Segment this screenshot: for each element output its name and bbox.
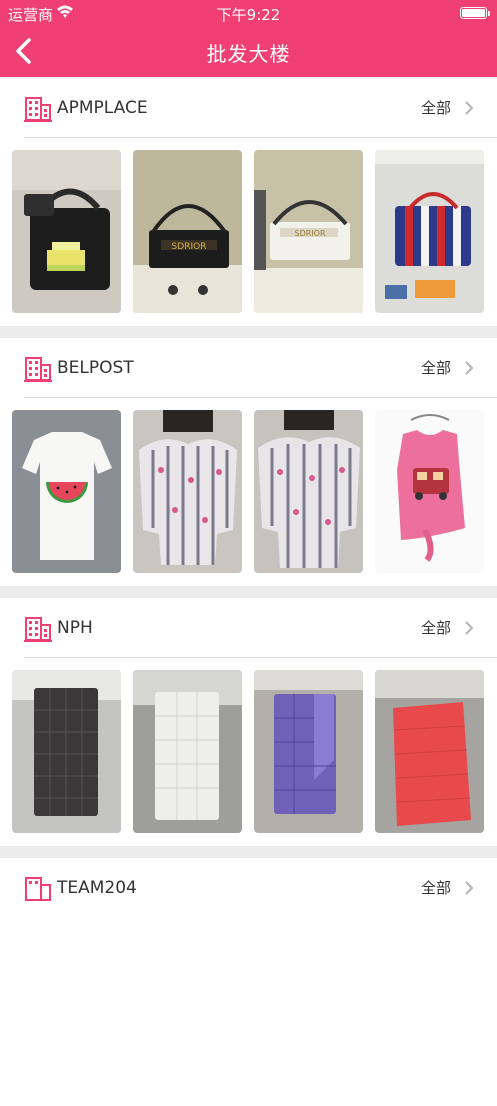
section-title: NPH	[57, 618, 93, 638]
pink-print-tank-photo	[375, 410, 484, 573]
ruffle-top-photo	[133, 410, 242, 573]
view-all-link[interactable]: 全部	[421, 357, 451, 378]
watermelon-tshirt-photo	[12, 410, 121, 573]
building-section-nph: NPH 全部	[0, 598, 497, 846]
product-thumbnail[interactable]	[133, 410, 242, 573]
building-icon	[24, 97, 52, 122]
purple-croc-wallet-photo	[254, 670, 363, 833]
black-pixel-heart-bag-photo	[12, 150, 121, 313]
building-section-team204: TEAM204 全部	[0, 858, 497, 1106]
divider	[24, 137, 497, 138]
view-all-link[interactable]: 全部	[421, 97, 451, 118]
striped-tote-bag-photo	[375, 150, 484, 313]
ruffle-top-photo	[254, 410, 363, 573]
svg-text:SDRIOR: SDRIOR	[172, 242, 207, 252]
divider	[24, 397, 497, 398]
product-thumbnail[interactable]	[254, 410, 363, 573]
app-header: 运营商 下午9:22 批发大楼	[0, 0, 497, 77]
building-section-belpost: BELPOST 全部	[0, 338, 497, 586]
product-thumbnail[interactable]	[12, 150, 121, 313]
building-icon	[24, 357, 52, 382]
product-thumbnail[interactable]	[254, 670, 363, 833]
page-title: 批发大楼	[206, 42, 291, 66]
section-header[interactable]: BELPOST 全部	[0, 338, 497, 398]
building-icon	[25, 877, 51, 901]
section-title: TEAM204	[57, 878, 137, 898]
view-all-link[interactable]: 全部	[421, 617, 451, 638]
section-header[interactable]: TEAM204 全部	[0, 858, 497, 918]
product-thumbnail[interactable]	[375, 670, 484, 833]
battery-icon	[460, 7, 490, 19]
divider	[24, 657, 497, 658]
white-croc-clutch-photo	[133, 670, 242, 833]
black-croc-clutch-photo	[12, 670, 121, 833]
product-thumbnail[interactable]	[375, 410, 484, 573]
section-title: APMPLACE	[57, 98, 148, 118]
product-thumbnail[interactable]: SDRIOR	[254, 150, 363, 313]
chevron-right-icon[interactable]	[463, 99, 475, 117]
building-section-apmplace: APMPLACE 全部 SDRIOR SDRIOR	[0, 78, 497, 326]
chevron-right-icon[interactable]	[463, 879, 475, 897]
product-thumbnail[interactable]	[12, 410, 121, 573]
section-title: BELPOST	[57, 358, 134, 378]
building-icon	[24, 617, 52, 642]
red-leather-wallet-photo	[375, 670, 484, 833]
status-bar: 运营商 下午9:22	[0, 0, 497, 26]
product-thumbnail[interactable]: SDRIOR	[133, 150, 242, 313]
nav-bar: 批发大楼	[0, 26, 497, 77]
section-header[interactable]: APMPLACE 全部	[0, 78, 497, 138]
product-thumbnail[interactable]	[12, 670, 121, 833]
white-strap-bag-photo: SDRIOR	[254, 150, 363, 313]
chevron-right-icon[interactable]	[463, 619, 475, 637]
chevron-right-icon[interactable]	[463, 359, 475, 377]
section-header[interactable]: NPH 全部	[0, 598, 497, 658]
status-time: 下午9:22	[216, 6, 281, 24]
black-strap-bag-photo: SDRIOR	[133, 150, 242, 313]
product-thumbnail[interactable]	[375, 150, 484, 313]
svg-text:SDRIOR: SDRIOR	[294, 229, 325, 238]
view-all-link[interactable]: 全部	[421, 877, 451, 898]
product-thumbnail[interactable]	[133, 670, 242, 833]
